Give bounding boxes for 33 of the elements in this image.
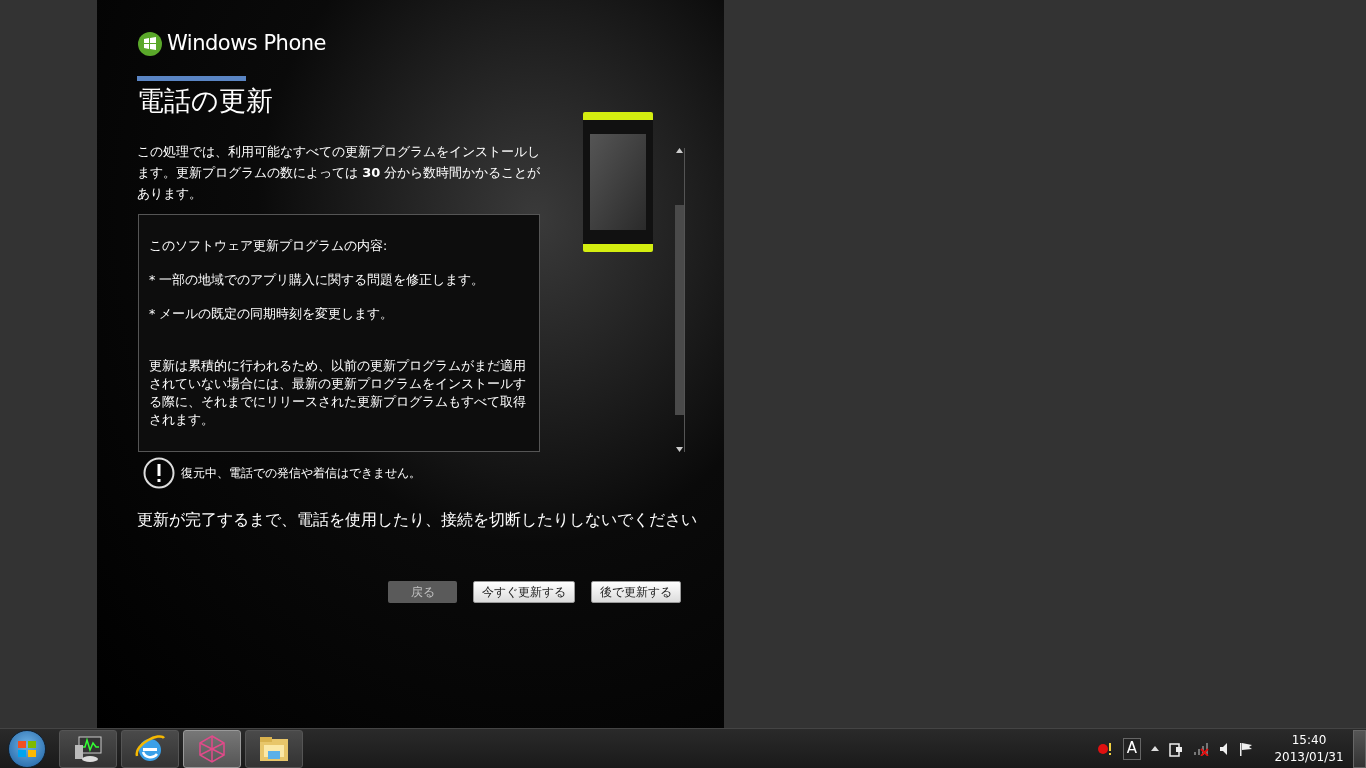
scroll-up-arrow-icon[interactable] <box>675 147 683 153</box>
speaker-icon[interactable] <box>1219 741 1229 756</box>
letter-e-globe-icon <box>134 733 166 764</box>
instruction-text: 更新が完了するまで、電話を使用したり、接続を切断したりしないでください <box>137 508 697 531</box>
update-detail-text: このソフトウェア更新プログラムの内容: <box>149 236 389 255</box>
show-desktop-button[interactable] <box>1353 729 1366 768</box>
start-button[interactable] <box>8 729 46 768</box>
scroll-down-arrow-icon[interactable] <box>675 446 683 452</box>
ime-indicator[interactable]: A <box>1123 737 1141 760</box>
logo-text: Windows Phone <box>167 30 326 57</box>
clock[interactable]: 15:40 2013/01/31 <box>1271 731 1347 766</box>
windows-logo-icon <box>137 30 163 57</box>
wireframe-shape-icon <box>198 733 226 764</box>
update-detail-text: * メールの既定の同期時刻を変更します。 <box>149 304 395 323</box>
alert-balloon-icon[interactable] <box>1097 740 1113 757</box>
scrollbar-thumb[interactable] <box>674 204 684 415</box>
dialog-button[interactable]: 今すぐ更新する <box>473 580 575 603</box>
intro-text: この処理では、利用可能なすべての更新プログラムをインストールします。更新プログラムの数によっては 30 分から数時間かかることがあります。 <box>137 142 542 203</box>
update-detail-text: * 一部の地域でのアプリ購入に関する問題を修正します。 <box>149 270 486 289</box>
exclamation-circle-icon <box>143 456 175 489</box>
taskbar-app-button[interactable] <box>59 729 117 768</box>
page-title: 電話の更新 <box>137 83 274 118</box>
dialog-button[interactable]: 後で更新する <box>591 580 681 603</box>
warning-text: 復元中、電話での発信や着信はできません。 <box>181 464 421 482</box>
taskbar-app-button[interactable] <box>121 729 179 768</box>
signal-bars-crossed-icon[interactable] <box>1193 741 1209 756</box>
taskbar-app-button[interactable] <box>245 729 303 768</box>
caret-up-icon[interactable] <box>1151 746 1159 751</box>
flag-icon[interactable] <box>1239 741 1253 756</box>
folder-icon <box>258 734 290 763</box>
monitor-chart-icon <box>73 734 103 763</box>
windows-flag-icon <box>17 738 37 759</box>
update-detail-text: 更新は累積的に行われるため、以前の更新プログラムがまだ適用されていない場合には、最新の更新プログラムをインストールする際に、それまでにリリースされた更新プログラムもすべて取得されます。 <box>149 356 527 429</box>
